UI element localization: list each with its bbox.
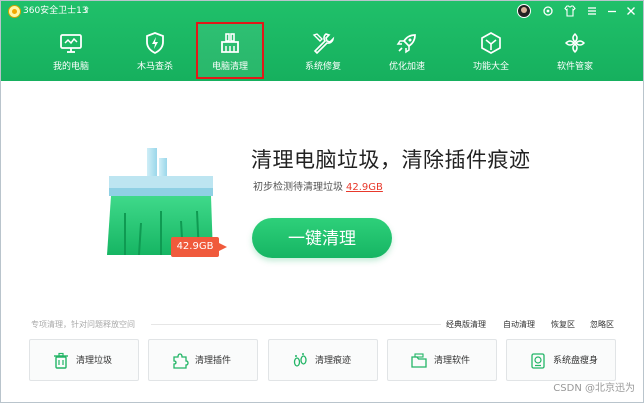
nav-label: 木马查杀	[136, 62, 173, 72]
menu-icon[interactable]	[585, 4, 599, 18]
minimize-icon[interactable]	[605, 4, 619, 18]
main-nav: 我的电脑 木马查杀 电脑清理 系统修复 优化加速 功能大全 软件管家	[1, 22, 643, 81]
nav-label: 电脑清理	[211, 62, 248, 72]
classic-clean-link[interactable]: 经典版清理	[446, 319, 486, 330]
nav-item-my-computer[interactable]: 我的电脑	[29, 23, 113, 78]
tool-label: 清理插件	[195, 356, 232, 366]
title-bar: 360安全卫士13 ⇧	[1, 1, 643, 23]
nav-label: 我的电脑	[52, 62, 89, 72]
tool-clean-traces[interactable]: 清理痕迹	[268, 339, 378, 381]
scan-summary-label: 初步检测待清理垃圾	[253, 182, 343, 193]
auto-clean-link[interactable]: 自动清理	[503, 319, 535, 330]
box-icon	[481, 32, 501, 54]
tool-label: 清理痕迹	[315, 356, 352, 366]
nav-item-software-manager[interactable]: 软件管家	[533, 23, 617, 78]
app-window: 360安全卫士13 ⇧ 我的电脑 木马查杀 电脑清理 系统修复 优化加速 功能大…	[0, 0, 644, 403]
tool-row: 清理垃圾 清理插件 清理痕迹 清理软件 系统盘瘦身	[29, 339, 621, 383]
wrench-icon	[312, 33, 335, 55]
shirt-icon[interactable]	[563, 4, 577, 18]
tool-clean-plugins[interactable]: 清理插件	[148, 339, 258, 381]
nav-item-computer-clean[interactable]: 电脑清理	[196, 22, 264, 79]
disk-icon	[531, 353, 545, 369]
nav-label: 系统修复	[304, 62, 341, 72]
page-headline: 清理电脑垃圾，清除插件痕迹	[251, 148, 531, 172]
restore-area-link[interactable]: 恢复区	[551, 319, 575, 330]
nav-item-trojan-scan[interactable]: 木马查杀	[113, 23, 197, 78]
app-logo-icon	[8, 5, 21, 18]
divider	[151, 324, 441, 325]
nav-item-system-repair[interactable]: 系统修复	[281, 23, 365, 78]
nav-label: 功能大全	[472, 62, 509, 72]
tool-system-disk-slim[interactable]: 系统盘瘦身	[506, 339, 616, 381]
junk-size-link[interactable]: 42.9GB	[346, 182, 383, 193]
shield-icon	[146, 32, 164, 55]
tool-clean-software[interactable]: 清理软件	[387, 339, 497, 381]
header: 360安全卫士13 ⇧ 我的电脑 木马查杀 电脑清理 系统修复 优化加速 功能大…	[1, 1, 643, 81]
size-tag: 42.9GB	[171, 237, 227, 257]
tool-label: 清理垃圾	[76, 356, 113, 366]
tool-label: 清理软件	[434, 356, 471, 366]
nav-item-features[interactable]: 功能大全	[449, 23, 533, 78]
monitor-icon	[60, 34, 82, 53]
watermark: CSDN @北京迅为	[553, 383, 635, 394]
avatar[interactable]	[517, 4, 531, 18]
up-arrow-icon[interactable]: ⇧	[83, 5, 91, 18]
puzzle-icon	[173, 353, 189, 369]
tool-clean-junk[interactable]: 清理垃圾	[29, 339, 139, 381]
nav-label: 优化加速	[388, 62, 425, 72]
one-click-clean-button[interactable]: 一键清理	[252, 218, 392, 258]
nav-label: 软件管家	[556, 62, 593, 72]
flower-icon	[564, 32, 586, 54]
broom-icon	[221, 33, 239, 53]
section-hint: 专项清理，针对问题释放空间	[31, 320, 135, 329]
scan-summary: 初步检测待清理垃圾 42.9GB	[253, 181, 383, 195]
ignore-area-link[interactable]: 忽略区	[590, 319, 614, 330]
app-title: 360安全卫士13	[23, 6, 88, 16]
rocket-icon	[396, 34, 416, 54]
folder-icon	[411, 353, 427, 368]
footprint-icon	[293, 353, 307, 367]
tool-label: 系统盘瘦身	[553, 356, 599, 366]
nav-item-optimize[interactable]: 优化加速	[365, 23, 449, 78]
close-icon[interactable]	[624, 4, 638, 18]
trash-icon	[54, 352, 68, 369]
skin-icon[interactable]	[541, 4, 555, 18]
